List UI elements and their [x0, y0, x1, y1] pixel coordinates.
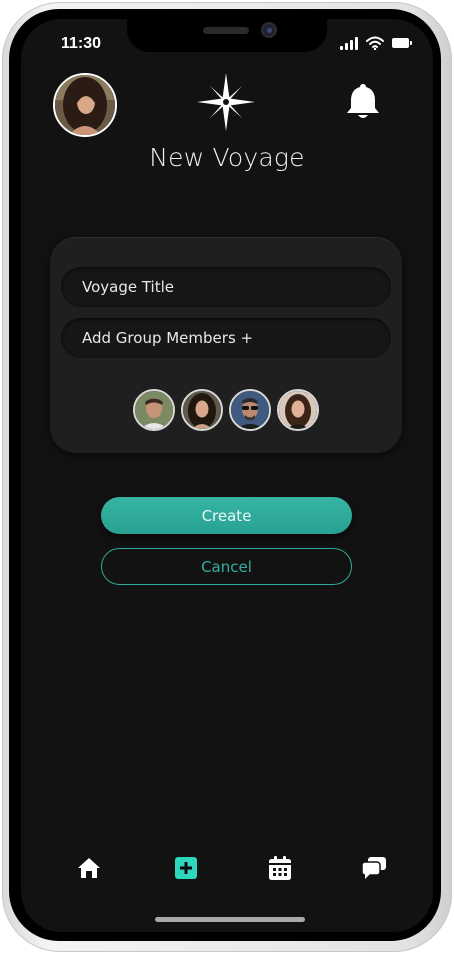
member-avatar[interactable]: [133, 389, 175, 431]
profile-photo: [55, 75, 115, 135]
bottom-tab-bar: [21, 853, 433, 883]
member-avatar[interactable]: [181, 389, 223, 431]
home-icon: [78, 858, 100, 878]
member-avatar[interactable]: [229, 389, 271, 431]
woman-portrait: [279, 391, 317, 429]
voyage-form-card: Voyage Title Add Group Members +: [50, 237, 402, 453]
group-members-list: [50, 389, 402, 431]
voyage-title-placeholder: Voyage Title: [82, 278, 175, 296]
man-sunglasses-portrait: [231, 391, 269, 429]
status-time: 11:30: [61, 35, 102, 52]
member-avatar[interactable]: [277, 389, 319, 431]
notch: [127, 19, 327, 52]
app-screen: 11:30 New Voyage Voyage Title Add Group …: [21, 19, 433, 932]
compass-star-icon: [197, 73, 255, 131]
chat-icon: [362, 857, 386, 879]
status-icons: [340, 36, 412, 50]
tab-new-voyage[interactable]: [171, 853, 201, 883]
create-button[interactable]: Create: [101, 497, 352, 534]
wifi-icon: [366, 36, 384, 50]
add-group-members-label: Add Group Members +: [82, 329, 254, 347]
page-title: New Voyage: [149, 143, 305, 172]
plus-square-icon: [175, 857, 197, 879]
calendar-icon: [269, 856, 291, 880]
bell-icon[interactable]: [343, 81, 383, 121]
profile-avatar[interactable]: [53, 73, 117, 137]
tab-home[interactable]: [74, 853, 104, 883]
voyage-title-input[interactable]: Voyage Title: [61, 267, 391, 307]
front-camera: [261, 22, 277, 38]
battery-icon: [392, 38, 412, 48]
speaker: [203, 27, 249, 34]
cancel-button[interactable]: Cancel: [101, 548, 352, 585]
signal-icon: [340, 36, 358, 50]
tab-chat[interactable]: [359, 853, 389, 883]
home-indicator: [155, 917, 305, 922]
tab-calendar[interactable]: [265, 853, 295, 883]
add-group-members-button[interactable]: Add Group Members +: [61, 318, 391, 358]
man-portrait: [135, 391, 173, 429]
woman-portrait: [183, 391, 221, 429]
